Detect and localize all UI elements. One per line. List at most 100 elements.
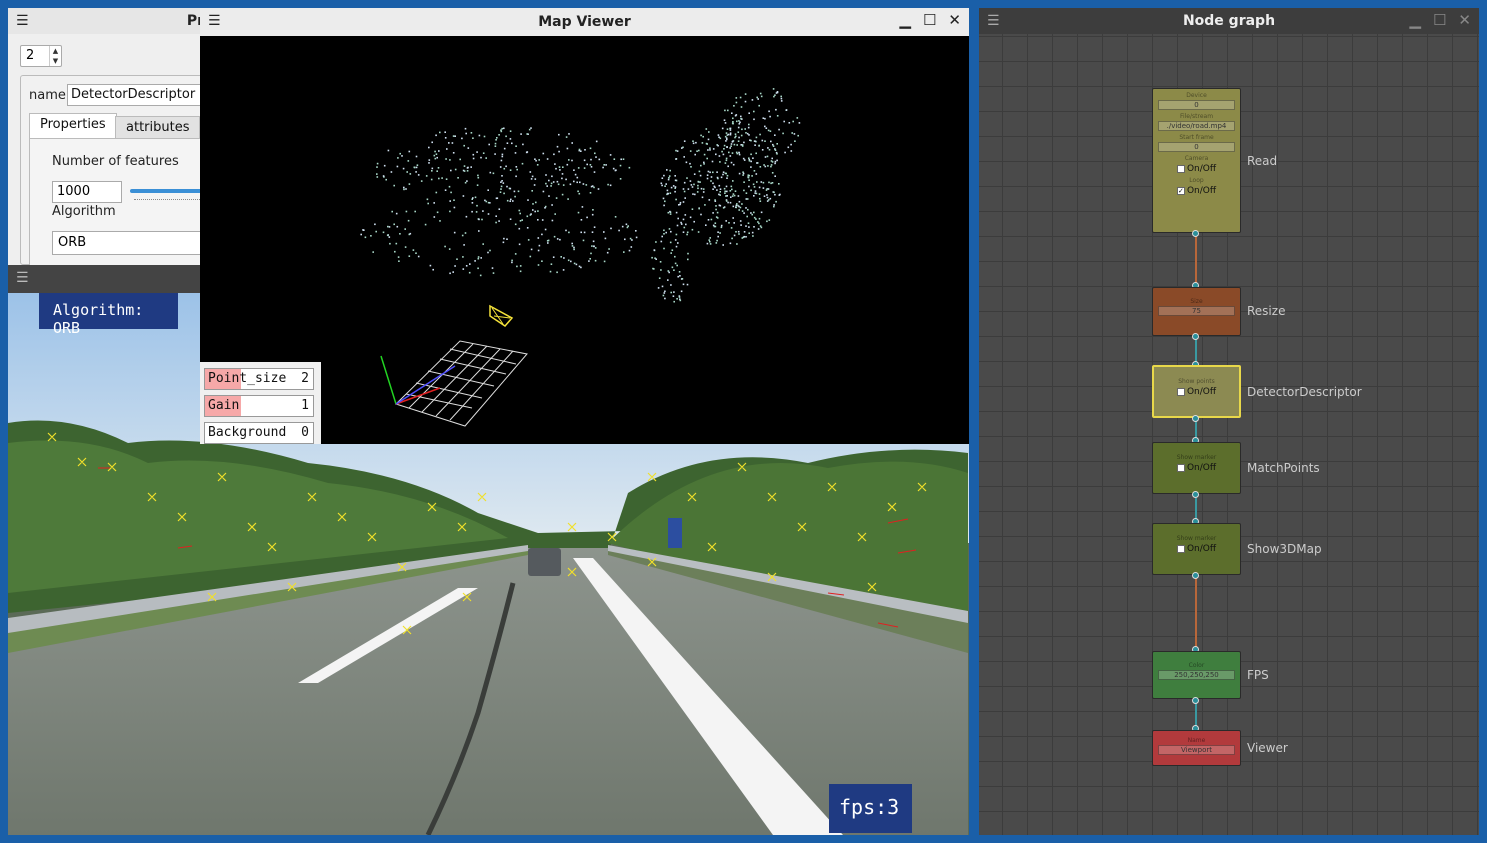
map-point: [499, 166, 502, 168]
map-point: [740, 134, 743, 137]
map-point: [750, 166, 752, 168]
map-point: [487, 189, 489, 191]
map-point: [719, 191, 721, 193]
map-point: [631, 239, 633, 241]
node-field-value[interactable]: 0: [1158, 142, 1235, 152]
map-point: [465, 215, 468, 218]
output-port[interactable]: [1192, 697, 1199, 704]
camera-checkbox[interactable]: On/Off: [1153, 164, 1240, 174]
node-field-value[interactable]: Viewport: [1158, 745, 1235, 755]
hamburger-menu-icon[interactable]: ☰: [16, 270, 29, 286]
param-gain[interactable]: Gain 1: [204, 395, 314, 417]
node-match-points[interactable]: Show marker On/Off: [1152, 442, 1241, 494]
name-field[interactable]: DetectorDescriptor: [67, 84, 208, 106]
index-spinbox[interactable]: 2 ▲ ▼: [20, 45, 62, 67]
map-point: [405, 188, 407, 190]
num-features-input[interactable]: 1000: [52, 181, 122, 203]
fps-overlay: fps:3: [829, 784, 912, 833]
map-point: [712, 212, 714, 214]
output-port[interactable]: [1192, 333, 1199, 340]
show-points-checkbox[interactable]: On/Off: [1154, 387, 1239, 397]
hamburger-menu-icon[interactable]: ☰: [208, 13, 221, 29]
close-icon[interactable]: ✕: [948, 11, 961, 29]
close-icon[interactable]: ✕: [1458, 11, 1471, 29]
checkbox-icon[interactable]: [1176, 545, 1185, 553]
map-point: [730, 185, 733, 188]
map-point: [683, 226, 686, 229]
map-point: [589, 164, 592, 166]
map-point: [773, 204, 775, 206]
map-point: [505, 135, 507, 138]
node-field-value[interactable]: 0: [1158, 100, 1235, 110]
node-read[interactable]: Device 0 File/stream ./video/road.mp4 St…: [1152, 88, 1241, 233]
spin-arrows-icon[interactable]: ▲ ▼: [49, 46, 61, 66]
node-viewer[interactable]: Name Viewport: [1152, 730, 1241, 766]
map-point: [376, 162, 379, 165]
map-point: [760, 95, 763, 98]
map-point: [437, 167, 440, 169]
param-point-size[interactable]: Point_size 2: [204, 368, 314, 390]
map-point: [699, 174, 702, 177]
map-point: [573, 248, 575, 251]
map-point: [594, 259, 597, 262]
map-point: [526, 215, 529, 218]
map-point: [702, 188, 705, 190]
map-point: [517, 190, 520, 193]
map-point: [515, 166, 518, 168]
output-port[interactable]: [1192, 572, 1199, 579]
node-graph-titlebar[interactable]: ☰ Node graph ▁ ☐ ✕: [979, 8, 1479, 34]
map-point: [691, 228, 694, 231]
param-background[interactable]: Background 0: [204, 422, 314, 444]
map-point: [764, 117, 766, 120]
hamburger-menu-icon[interactable]: ☰: [16, 13, 29, 29]
map-point: [744, 100, 747, 103]
checkbox-icon[interactable]: [1176, 165, 1185, 173]
map-point: [533, 184, 536, 186]
num-features-slider[interactable]: [130, 189, 208, 193]
maximize-icon[interactable]: ☐: [1433, 11, 1446, 29]
loop-checkbox[interactable]: ✓ On/Off: [1153, 186, 1240, 196]
map-point: [704, 204, 706, 206]
node-detector-descriptor[interactable]: Show points On/Off: [1152, 365, 1241, 418]
map-point: [565, 229, 567, 232]
map-point: [518, 209, 521, 212]
node-fps[interactable]: Color 250,250,250: [1152, 651, 1241, 699]
map-point: [724, 192, 726, 194]
map-point: [673, 291, 675, 293]
node-field-value[interactable]: 75: [1158, 306, 1235, 316]
map-point: [793, 133, 796, 135]
map-point: [445, 158, 447, 160]
map-point: [602, 166, 604, 169]
minimize-icon[interactable]: ▁: [1409, 11, 1421, 29]
tab-properties[interactable]: Properties: [29, 113, 117, 139]
checkbox-icon[interactable]: [1176, 388, 1185, 396]
map-point: [409, 173, 412, 175]
node-field-value[interactable]: 250,250,250: [1158, 670, 1235, 680]
hamburger-menu-icon[interactable]: ☰: [987, 13, 1000, 29]
output-port[interactable]: [1192, 491, 1199, 498]
checkbox-icon[interactable]: [1176, 464, 1185, 472]
node-show3dmap[interactable]: Show marker On/Off: [1152, 523, 1241, 575]
map-point: [764, 165, 767, 168]
minimize-icon[interactable]: ▁: [899, 11, 911, 29]
node-resize[interactable]: Size 75: [1152, 287, 1241, 336]
show-marker-checkbox[interactable]: On/Off: [1153, 544, 1240, 554]
map-titlebar[interactable]: ☰ Map Viewer ▁ ☐ ✕: [200, 8, 969, 36]
algorithm-select[interactable]: ORB: [52, 231, 208, 255]
map-point: [532, 209, 534, 211]
properties-titlebar[interactable]: ☰ Pr: [8, 8, 208, 34]
map-point: [667, 192, 669, 195]
map-point: [738, 123, 741, 125]
maximize-icon[interactable]: ☐: [923, 11, 936, 29]
output-port[interactable]: [1192, 415, 1199, 422]
map-point: [725, 137, 728, 139]
output-port[interactable]: [1192, 230, 1199, 237]
node-field-value[interactable]: ./video/road.mp4: [1158, 121, 1235, 131]
map-point: [545, 174, 547, 176]
map-point: [678, 271, 681, 273]
map-point: [717, 231, 719, 233]
map-point: [682, 283, 685, 286]
show-marker-checkbox[interactable]: On/Off: [1153, 463, 1240, 473]
tab-attributes[interactable]: attributes: [115, 116, 201, 140]
checkmark-icon[interactable]: ✓: [1176, 187, 1185, 195]
